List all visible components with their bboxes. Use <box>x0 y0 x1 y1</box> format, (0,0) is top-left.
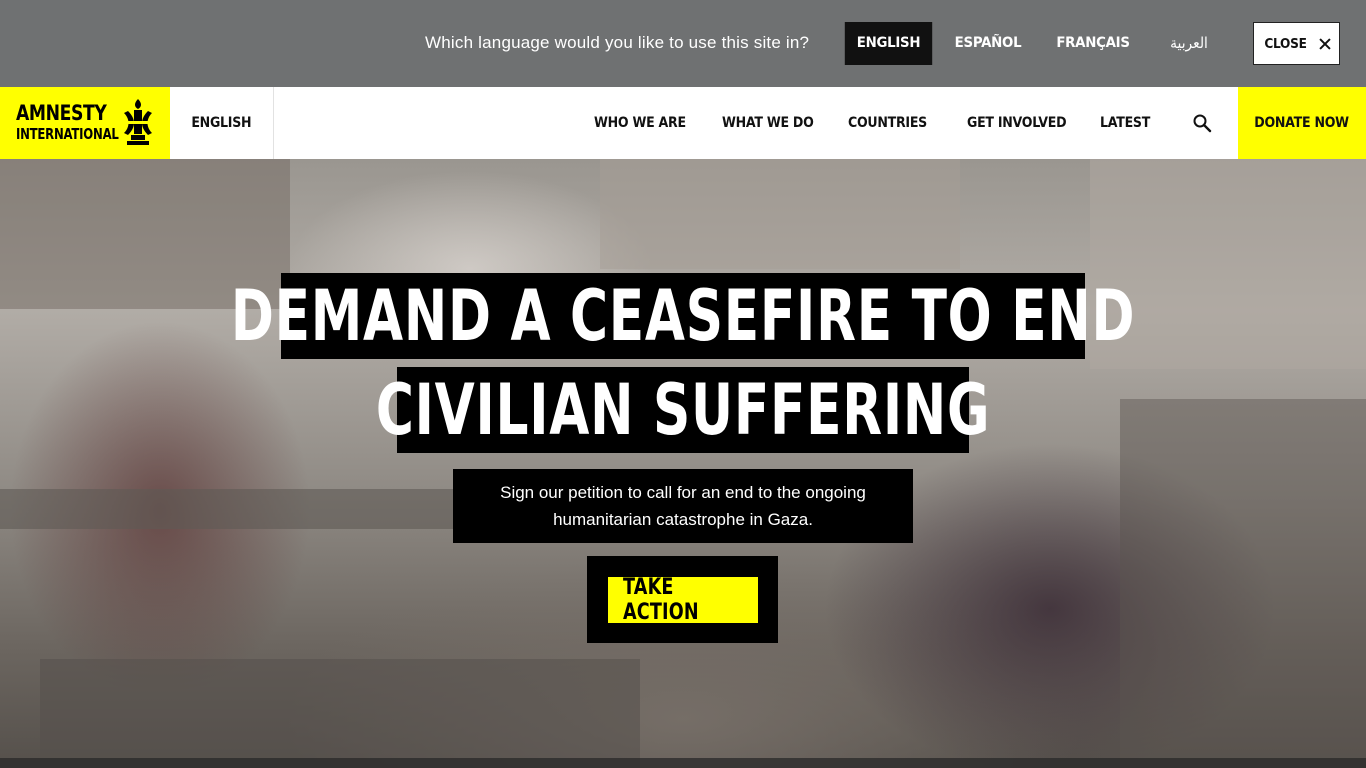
hero-photo-region <box>1120 399 1366 768</box>
language-question: Which language would you like to use thi… <box>425 33 810 52</box>
nav-latest[interactable]: LATEST <box>1100 87 1150 159</box>
language-option-arabic[interactable]: العربية <box>1160 22 1217 65</box>
photo-credit-bar <box>0 758 1366 768</box>
logo-line2: INTERNATIONAL <box>16 125 119 143</box>
take-action-container: TAKE ACTION <box>587 556 778 643</box>
language-option-espanol[interactable]: ESPAÑOL <box>949 22 1026 65</box>
amnesty-logo[interactable]: AMNESTY INTERNATIONAL <box>0 87 170 159</box>
current-language-selector[interactable]: ENGLISH <box>170 87 274 159</box>
nav-who-we-are[interactable]: WHO WE ARE <box>594 87 686 159</box>
hero-banner: DEMAND A CEASEFIRE TO END CIVILIAN SUFFE… <box>0 159 1366 768</box>
language-option-english[interactable]: ENGLISH <box>844 22 933 65</box>
language-selector-bar: Which language would you like to use thi… <box>0 0 1366 87</box>
donate-label: DONATE NOW <box>1254 115 1350 131</box>
take-action-button[interactable]: TAKE ACTION <box>608 575 758 625</box>
hero-headline-line1: DEMAND A CEASEFIRE TO END <box>230 273 1136 359</box>
nav-what-we-do[interactable]: WHAT WE DO <box>722 87 814 159</box>
hero-photo-region <box>600 159 960 269</box>
site-header: AMNESTY INTERNATIONAL ENGLISH WHO WE ARE… <box>0 87 1366 159</box>
logo-line1: AMNESTY <box>16 101 107 125</box>
nav-get-involved[interactable]: GET INVOLVED <box>967 87 1067 159</box>
close-icon <box>1319 38 1331 50</box>
hero-photo-region <box>0 489 470 529</box>
close-language-bar-button[interactable]: CLOSE <box>1253 22 1340 65</box>
language-option-francais[interactable]: FRANÇAIS <box>1052 22 1135 65</box>
hero-photo-region <box>40 659 640 768</box>
search-icon[interactable] <box>1192 113 1212 133</box>
close-label: CLOSE <box>1264 35 1307 52</box>
candle-logo-icon <box>124 99 152 145</box>
donate-now-button[interactable]: DONATE NOW <box>1238 87 1366 159</box>
current-language-label: ENGLISH <box>191 115 252 131</box>
take-action-label: TAKE ACTION <box>623 575 699 625</box>
nav-countries[interactable]: COUNTRIES <box>848 87 927 159</box>
hero-headline-line2: CIVILIAN SUFFERING <box>375 367 991 453</box>
hero-subtext-line2: humanitarian catastrophe in Gaza. <box>553 510 813 529</box>
hero-subtext-line1: Sign our petition to call for an end to … <box>500 483 866 502</box>
hero-subtext: Sign our petition to call for an end to … <box>453 469 913 543</box>
